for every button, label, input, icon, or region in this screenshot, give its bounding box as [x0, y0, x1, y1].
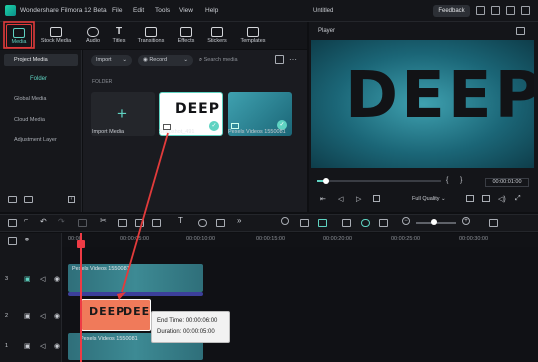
media-tab-highlight: [3, 21, 35, 49]
drag-arrow-line: [121, 132, 169, 293]
drag-arrow-head: [117, 292, 126, 300]
drag-annotation: [3, 21, 169, 300]
